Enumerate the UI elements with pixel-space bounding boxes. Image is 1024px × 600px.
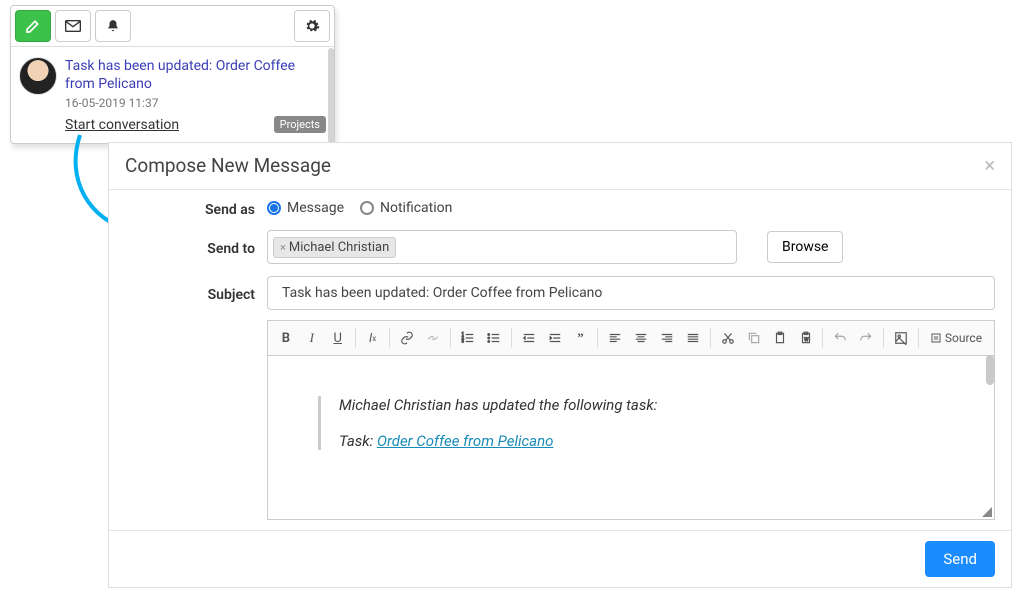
- radio-icon-unchecked: [360, 201, 374, 215]
- body-task-line: Task: Order Coffee from Pelicano: [339, 432, 944, 450]
- notification-timestamp: 16-05-2019 11:37: [65, 96, 324, 110]
- send-as-row: Send as Message Notification: [109, 190, 1011, 222]
- editor: B I U Ix 123 ” W: [267, 320, 995, 520]
- paste-word-icon[interactable]: W: [794, 325, 818, 351]
- redo-icon[interactable]: [854, 325, 878, 351]
- send-as-radio-group: Message Notification: [267, 200, 452, 216]
- compose-icon-button[interactable]: [15, 10, 51, 42]
- notification-item[interactable]: Task has been updated: Order Coffee from…: [11, 47, 334, 143]
- mail-icon-button[interactable]: [55, 10, 91, 42]
- task-link[interactable]: Order Coffee from Pelicano: [377, 432, 553, 450]
- gear-icon-button[interactable]: [294, 10, 330, 42]
- send-as-label: Send as: [125, 198, 255, 218]
- paste-icon[interactable]: [768, 325, 792, 351]
- send-to-label: Send to: [125, 237, 255, 257]
- radio-message-label: Message: [287, 200, 344, 216]
- radio-icon-checked: [267, 201, 281, 215]
- browse-button[interactable]: Browse: [767, 231, 843, 263]
- modal-header: Compose New Message ×: [109, 143, 1011, 190]
- source-label: Source: [945, 331, 982, 345]
- send-to-row: Send to × Michael Christian Browse: [109, 222, 1011, 268]
- radio-notification[interactable]: Notification: [360, 200, 452, 216]
- align-left-icon[interactable]: [603, 325, 627, 351]
- undo-icon[interactable]: [828, 325, 852, 351]
- link-icon[interactable]: [395, 325, 419, 351]
- align-center-icon[interactable]: [629, 325, 653, 351]
- copy-icon[interactable]: [742, 325, 766, 351]
- task-prefix: Task:: [339, 432, 377, 450]
- bold-icon[interactable]: B: [274, 325, 298, 351]
- ordered-list-icon[interactable]: 123: [456, 325, 480, 351]
- svg-text:W: W: [804, 337, 809, 343]
- compose-modal: Compose New Message × Send as Message No…: [108, 142, 1012, 588]
- italic-icon[interactable]: I: [300, 325, 324, 351]
- unordered-list-icon[interactable]: [482, 325, 506, 351]
- notification-panel: Task has been updated: Order Coffee from…: [10, 5, 335, 144]
- align-right-icon[interactable]: [655, 325, 679, 351]
- close-icon[interactable]: ×: [984, 153, 995, 177]
- notification-title: Task has been updated: Order Coffee from…: [65, 57, 324, 93]
- indent-icon[interactable]: [543, 325, 567, 351]
- send-button[interactable]: Send: [925, 541, 995, 577]
- subject-row: Subject: [109, 268, 1011, 314]
- recipient-token-label: Michael Christian: [289, 240, 389, 255]
- recipient-input[interactable]: × Michael Christian: [267, 230, 737, 264]
- outdent-icon[interactable]: [517, 325, 541, 351]
- body-line-1: Michael Christian has updated the follow…: [339, 396, 944, 414]
- cut-icon[interactable]: [716, 325, 740, 351]
- align-justify-icon[interactable]: [681, 325, 705, 351]
- recipient-token[interactable]: × Michael Christian: [273, 237, 396, 258]
- image-icon[interactable]: [889, 325, 913, 351]
- editor-body[interactable]: Michael Christian has updated the follow…: [268, 356, 994, 519]
- avatar: [19, 57, 57, 95]
- notification-toolbar: [11, 6, 334, 47]
- editor-toolbar: B I U Ix 123 ” W: [268, 321, 994, 356]
- blockquote-icon[interactable]: ”: [569, 325, 593, 351]
- clear-format-icon[interactable]: Ix: [361, 325, 385, 351]
- radio-message[interactable]: Message: [267, 200, 344, 216]
- radio-notification-label: Notification: [380, 200, 452, 216]
- modal-footer: Send: [109, 530, 1011, 587]
- svg-text:3: 3: [462, 339, 465, 344]
- remove-token-icon[interactable]: ×: [280, 241, 286, 254]
- source-button[interactable]: Source: [924, 325, 988, 351]
- unlink-icon[interactable]: [421, 325, 445, 351]
- bell-icon-button[interactable]: [95, 10, 131, 42]
- modal-title: Compose New Message: [125, 154, 331, 177]
- resize-handle-icon[interactable]: [982, 507, 992, 517]
- subject-input[interactable]: [267, 276, 995, 310]
- underline-icon[interactable]: U: [326, 325, 350, 351]
- subject-label: Subject: [125, 283, 255, 303]
- category-badge: Projects: [274, 116, 326, 133]
